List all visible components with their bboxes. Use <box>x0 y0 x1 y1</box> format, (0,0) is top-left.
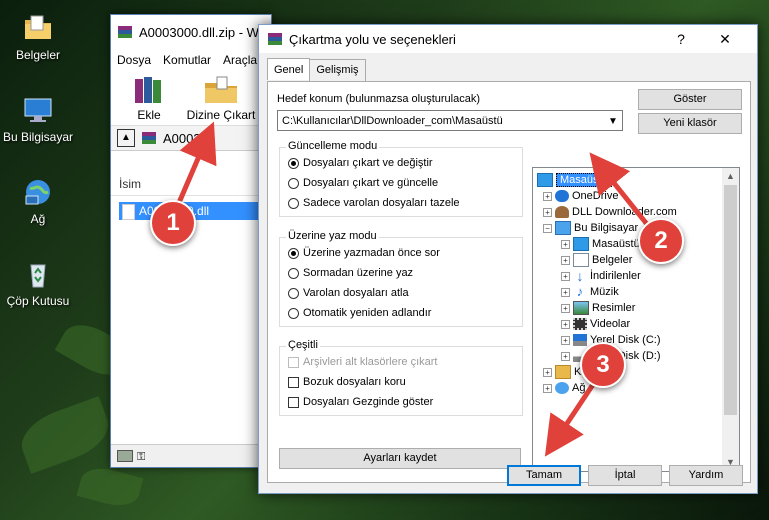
arrow-to-desktop-folder <box>589 152 652 230</box>
step-2-badge: 2 <box>638 218 684 264</box>
step-1-badge: 1 <box>150 200 196 246</box>
arrow-to-extract-button <box>175 121 217 206</box>
step-3-badge: 3 <box>580 342 626 388</box>
arrow-to-ok-button <box>544 378 599 457</box>
